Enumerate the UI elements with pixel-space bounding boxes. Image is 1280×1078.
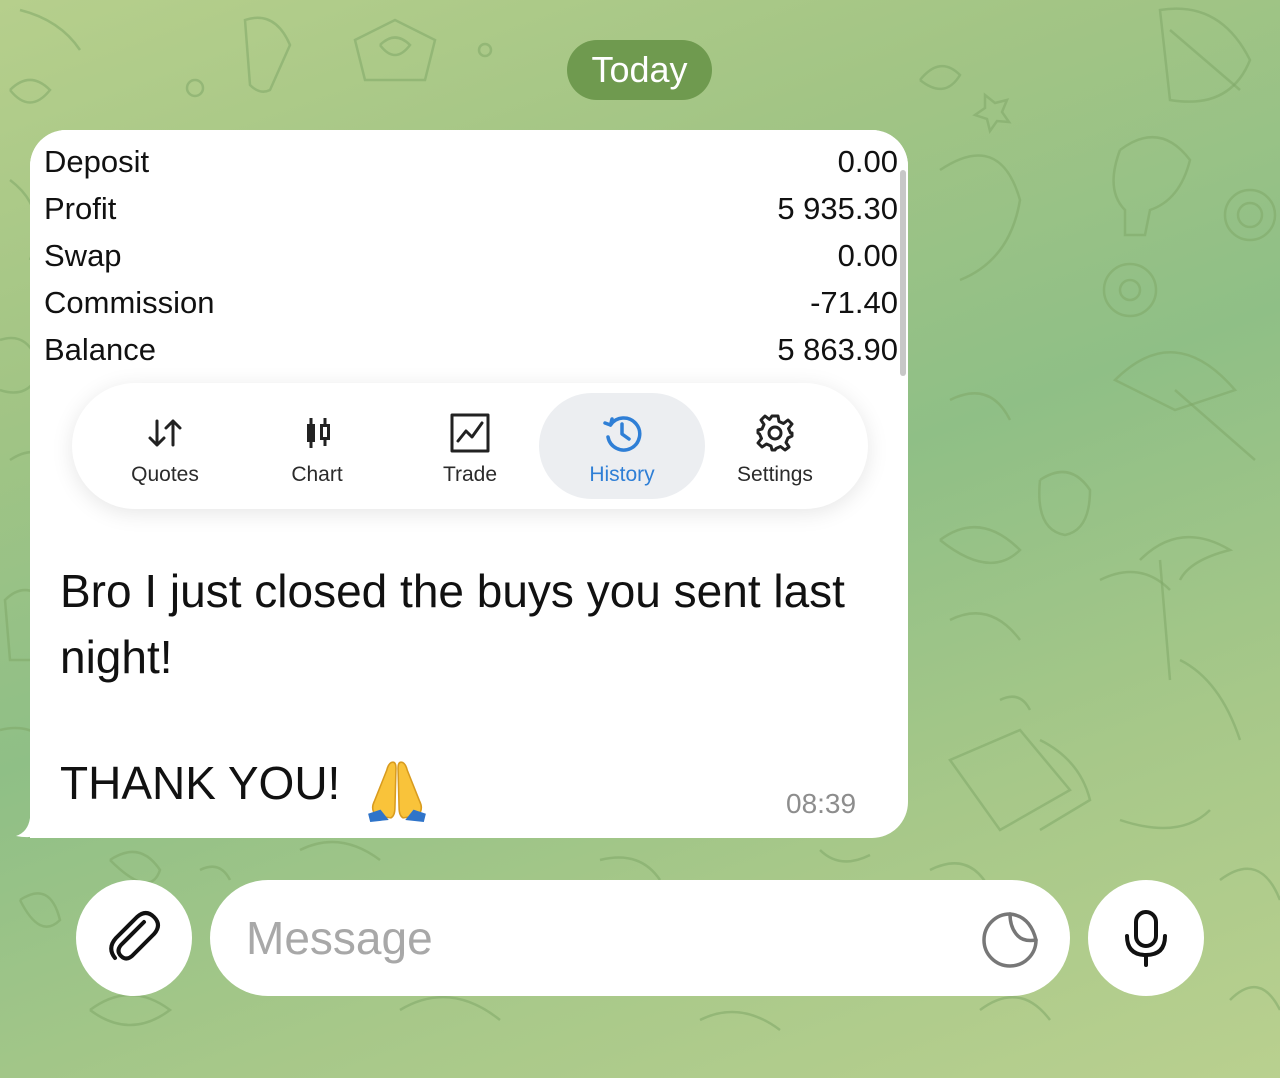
tab-quotes: Quotes xyxy=(82,393,248,499)
stat-row-deposit: Deposit 0.00 xyxy=(44,144,898,184)
voice-record-button[interactable] xyxy=(1088,880,1204,996)
tab-settings: Settings xyxy=(692,393,858,499)
tab-chart: Chart xyxy=(234,393,400,499)
stat-label: Deposit xyxy=(44,144,150,179)
app-tab-bar: Quotes Chart Trade History Settings xyxy=(72,383,868,509)
message-time: 08:39 xyxy=(786,788,857,819)
stat-row-commission: Commission -71.40 xyxy=(44,285,898,325)
candlestick-icon xyxy=(307,418,330,448)
stat-value: -71.40 xyxy=(810,285,898,320)
stat-row-balance: Balance 5 863.90 xyxy=(44,332,898,372)
quotes-arrows-icon xyxy=(148,419,182,447)
message-thanks: THANK YOU! xyxy=(60,757,341,809)
message-bubble[interactable]: Deposit 0.00 Profit 5 935.30 Swap 0.00 C… xyxy=(30,130,908,838)
chat-screen: Today Deposit 0.00 Profit 5 935.30 Swap … xyxy=(0,0,1280,1078)
stat-value: 5 863.90 xyxy=(777,332,898,367)
tab-label: Quotes xyxy=(131,463,199,486)
message-input[interactable] xyxy=(210,880,1070,996)
history-clock-icon xyxy=(603,416,642,452)
stat-label: Balance xyxy=(44,332,157,367)
stat-value: 0.00 xyxy=(837,144,898,179)
stat-value: 0.00 xyxy=(837,238,898,273)
gear-icon xyxy=(756,414,794,452)
sticker-icon[interactable] xyxy=(980,910,1040,970)
stat-label: Commission xyxy=(44,285,215,320)
tab-label: Chart xyxy=(291,463,343,486)
stat-row-profit: Profit 5 935.30 xyxy=(44,191,898,231)
tab-label: Trade xyxy=(442,463,498,486)
tab-label: Settings xyxy=(737,463,813,486)
folded-hands-emoji xyxy=(368,761,426,822)
microphone-icon xyxy=(1125,910,1167,967)
screenshot-image[interactable]: Deposit 0.00 Profit 5 935.30 Swap 0.00 C… xyxy=(30,130,908,536)
stat-value: 5 935.30 xyxy=(777,191,898,226)
tab-history: History xyxy=(539,393,705,499)
tab-trade: Trade xyxy=(387,393,553,499)
screenshot-scrollbar xyxy=(900,170,906,376)
attach-button[interactable] xyxy=(76,880,192,996)
stat-label: Swap xyxy=(44,238,122,273)
trade-chart-icon xyxy=(450,413,490,453)
stat-row-swap: Swap 0.00 xyxy=(44,238,898,278)
tab-label: History xyxy=(589,463,655,486)
message-text: Bro I just closed the buys you sent last… xyxy=(60,565,845,683)
paperclip-icon xyxy=(109,911,160,961)
date-separator: Today xyxy=(567,40,712,100)
stat-label: Profit xyxy=(44,191,117,226)
